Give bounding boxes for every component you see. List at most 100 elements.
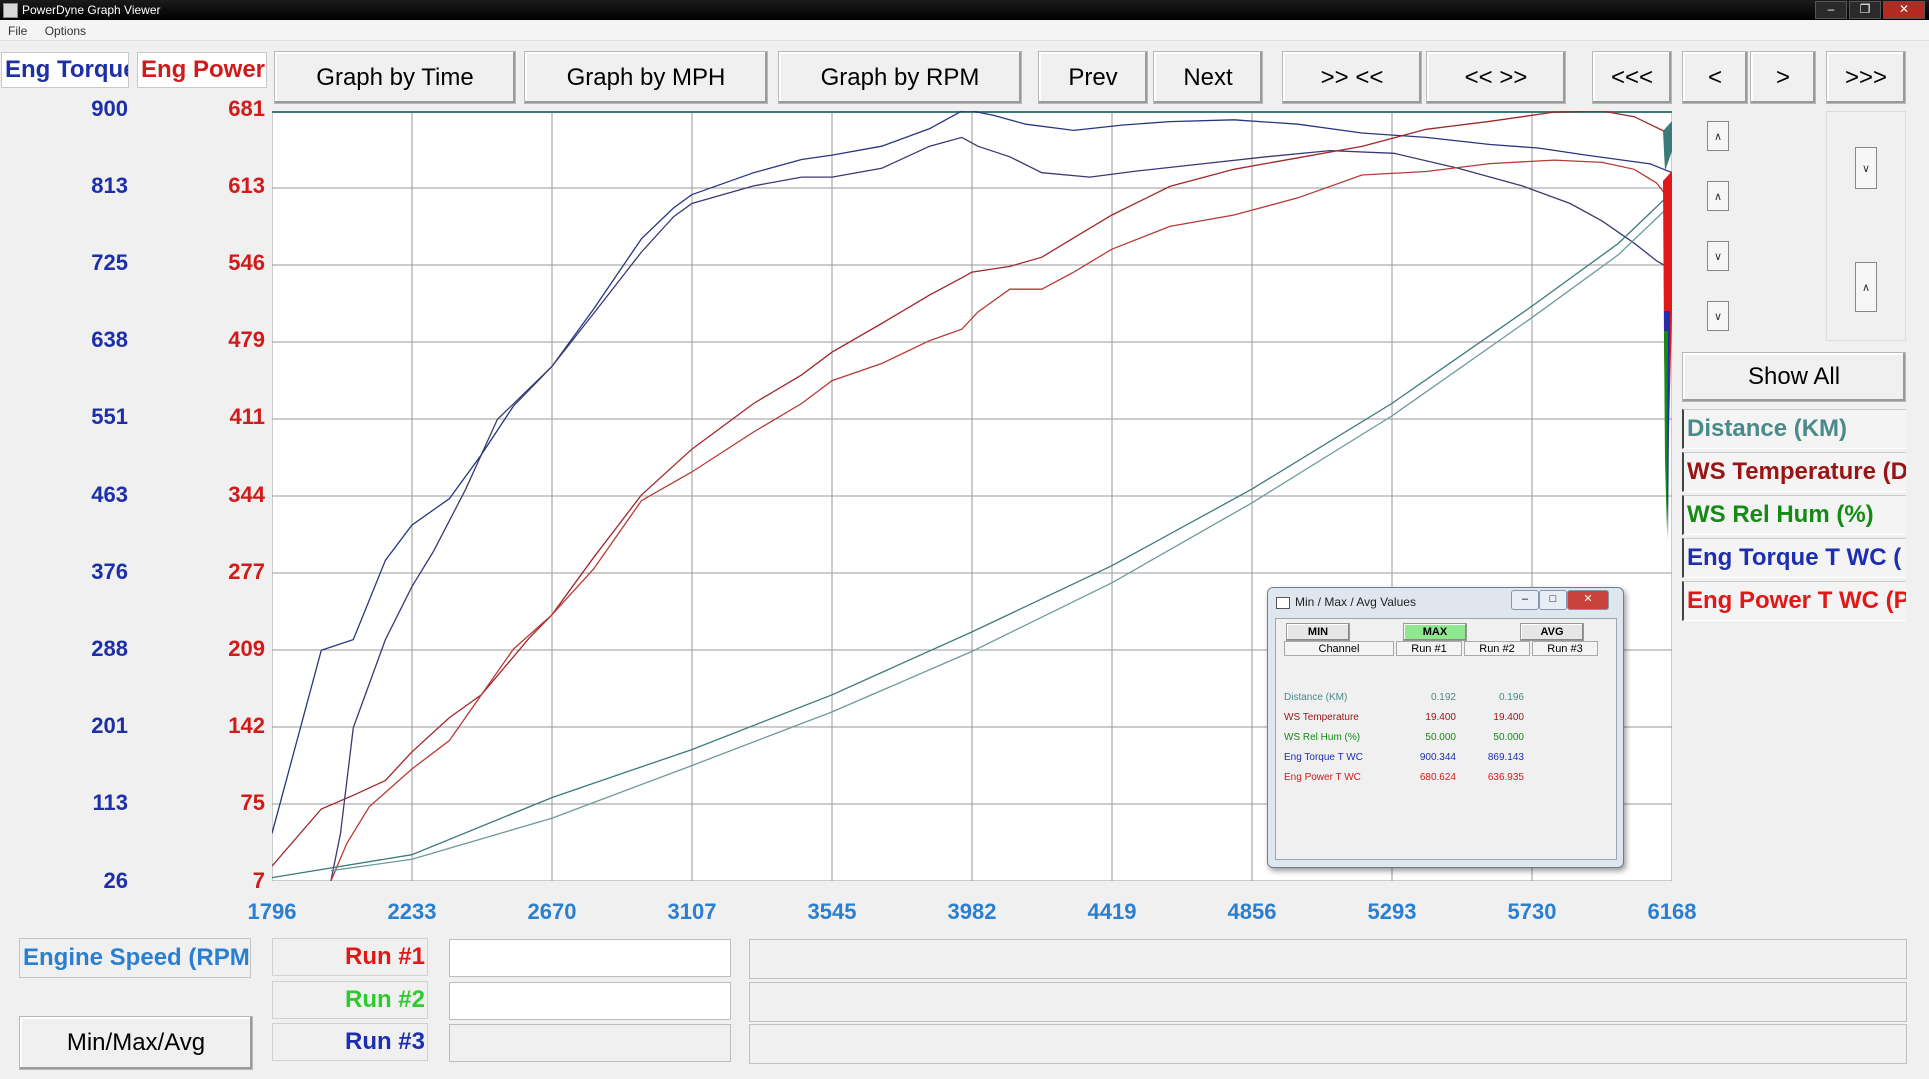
channel-value: 50.000 [1425, 732, 1456, 743]
col-header-run-1: Run #1 [1396, 641, 1462, 656]
y-torque-tick: 463 [91, 482, 128, 507]
y-power-tick: 411 [229, 404, 266, 429]
x-axis-tick: 2233 [387, 899, 437, 924]
y-power-tick: 75 [240, 790, 265, 815]
restore-button[interactable]: ❐ [1849, 1, 1881, 19]
run-3-info-bar [749, 1024, 1907, 1064]
dialog-restore-button[interactable]: □ [1539, 590, 1567, 610]
dialog-body: MIN MAX AVG Channel Run #1 Run #2 Run #3… [1275, 618, 1617, 860]
power-axis-header: Eng Power [137, 52, 267, 88]
channel-name: Eng Power T WC [1284, 772, 1361, 783]
torque-axis-header: Eng Torque [1, 52, 129, 88]
dialog-window-icon [1276, 597, 1290, 609]
x-axis-tick: 4419 [1087, 899, 1137, 924]
run-1-label: Run #1 [272, 938, 428, 976]
y-torque-tick: 551 [91, 404, 128, 429]
legend-eng-power[interactable]: Eng Power T WC (P [1682, 581, 1906, 621]
app-icon [3, 3, 18, 18]
zoom-vertical-in-icon[interactable]: ∨ [1855, 147, 1877, 189]
min-max-avg-button[interactable]: Min/Max/Avg [19, 1016, 253, 1070]
run-2-file-field[interactable] [449, 982, 731, 1020]
legend-eng-torque[interactable]: Eng Torque T WC ( [1682, 538, 1906, 578]
y-power-tick: 209 [228, 636, 265, 661]
x-axis-tick: 3982 [947, 899, 997, 924]
tab-max[interactable]: MAX [1403, 623, 1467, 641]
scroll-left-button[interactable]: < [1682, 51, 1748, 104]
y-torque-tick: 376 [91, 559, 128, 584]
graph-by-rpm-button[interactable]: Graph by RPM [778, 51, 1022, 104]
x-axis-tick: 2670 [527, 899, 577, 924]
menu-bar: File Options [0, 20, 1929, 41]
y-torque-tick: 288 [91, 636, 128, 661]
y-torque-tick: 813 [91, 173, 128, 198]
channel-value [1532, 772, 1592, 786]
scroll-right-button[interactable]: > [1750, 51, 1816, 104]
scroll-up-icon[interactable]: ∧ [1707, 181, 1729, 211]
y-power-tick: 613 [228, 173, 265, 198]
dialog-minimize-button[interactable]: – [1511, 590, 1539, 610]
legend-distance[interactable]: Distance (KM) [1682, 409, 1906, 449]
run-2-info-bar [749, 982, 1907, 1022]
tab-min[interactable]: MIN [1286, 623, 1350, 641]
scroll-far-right-button[interactable]: >>> [1826, 51, 1906, 104]
graph-by-time-button[interactable]: Graph by Time [274, 51, 516, 104]
zoom-out-button[interactable]: << >> [1426, 51, 1566, 104]
channel-value: 680.624 [1419, 772, 1456, 783]
close-button[interactable]: ✕ [1883, 1, 1925, 19]
vertical-scroll-panel: ∧ ∧ ∨ ∨ [1682, 111, 1752, 341]
channel-name: WS Temperature [1284, 712, 1359, 723]
x-axis-tick: 5730 [1507, 899, 1557, 924]
col-header-channel: Channel [1284, 641, 1394, 656]
channel-name: WS Rel Hum (%) [1284, 732, 1361, 743]
title-bar: PowerDyne Graph Viewer – ❐ ✕ [0, 0, 1929, 20]
x-axis-channel[interactable]: Engine Speed (RPM [19, 938, 251, 978]
y-power-tick: 277 [228, 559, 265, 584]
dialog-title: Min / Max / Avg Values [1295, 595, 1416, 609]
y-power-tick: 681 [228, 96, 265, 121]
window-controls: – ❐ ✕ [1813, 1, 1925, 19]
zoom-in-button[interactable]: >> << [1282, 51, 1422, 104]
run-1-info-bar [749, 939, 1907, 979]
run-1-file-field[interactable] [449, 939, 731, 977]
channel-value: 50.000 [1493, 732, 1524, 743]
channel-value: 0.196 [1498, 692, 1524, 703]
y-torque-tick: 26 [103, 868, 128, 893]
col-header-run-3: Run #3 [1532, 641, 1598, 656]
run-3-label: Run #3 [272, 1023, 428, 1061]
dialog-close-button[interactable]: ✕ [1567, 590, 1609, 610]
channel-value: 0.192 [1430, 692, 1456, 703]
run-2-label: Run #2 [272, 981, 428, 1019]
y-torque-tick: 638 [91, 327, 128, 352]
show-all-button[interactable]: Show All [1682, 352, 1906, 402]
minimize-button[interactable]: – [1815, 1, 1847, 19]
y-torque-tick: 113 [92, 790, 129, 815]
scroll-far-left-button[interactable]: <<< [1592, 51, 1672, 104]
menu-options[interactable]: Options [37, 20, 92, 38]
zoom-vertical-out-icon[interactable]: ∧ [1855, 262, 1877, 312]
col-header-run-2: Run #2 [1464, 641, 1530, 656]
scroll-up-fast-icon[interactable]: ∧ [1707, 121, 1729, 151]
scroll-down-fast-icon[interactable]: ∨ [1707, 301, 1729, 331]
prev-button[interactable]: Prev [1038, 51, 1148, 104]
legend-ws-rel-hum[interactable]: WS Rel Hum (%) [1682, 495, 1906, 535]
min-max-avg-dialog: Min / Max / Avg Values – □ ✕ MIN MAX AVG… [1267, 587, 1624, 868]
y-power-tick: 142 [228, 713, 265, 738]
y-torque-tick: 900 [91, 96, 128, 121]
menu-file[interactable]: File [0, 20, 33, 38]
y-power-tick: 546 [228, 250, 265, 275]
run-3-file-field[interactable] [449, 1024, 731, 1062]
graph-by-mph-button[interactable]: Graph by MPH [524, 51, 768, 104]
channel-value: 636.935 [1487, 772, 1524, 783]
x-axis-tick: 4856 [1227, 899, 1277, 924]
y-torque-tick: 201 [91, 713, 128, 738]
x-axis-tick: 5293 [1367, 899, 1417, 924]
scroll-down-icon[interactable]: ∨ [1707, 241, 1729, 271]
window-title: PowerDyne Graph Viewer [22, 3, 161, 17]
channel-value: 869.143 [1487, 752, 1524, 763]
x-axis-tick: 6168 [1647, 899, 1697, 924]
channel-value [1532, 732, 1592, 746]
next-button[interactable]: Next [1153, 51, 1263, 104]
tab-avg[interactable]: AVG [1520, 623, 1584, 641]
x-axis-tick: 3107 [667, 899, 717, 924]
legend-ws-temperature[interactable]: WS Temperature (D [1682, 452, 1906, 492]
